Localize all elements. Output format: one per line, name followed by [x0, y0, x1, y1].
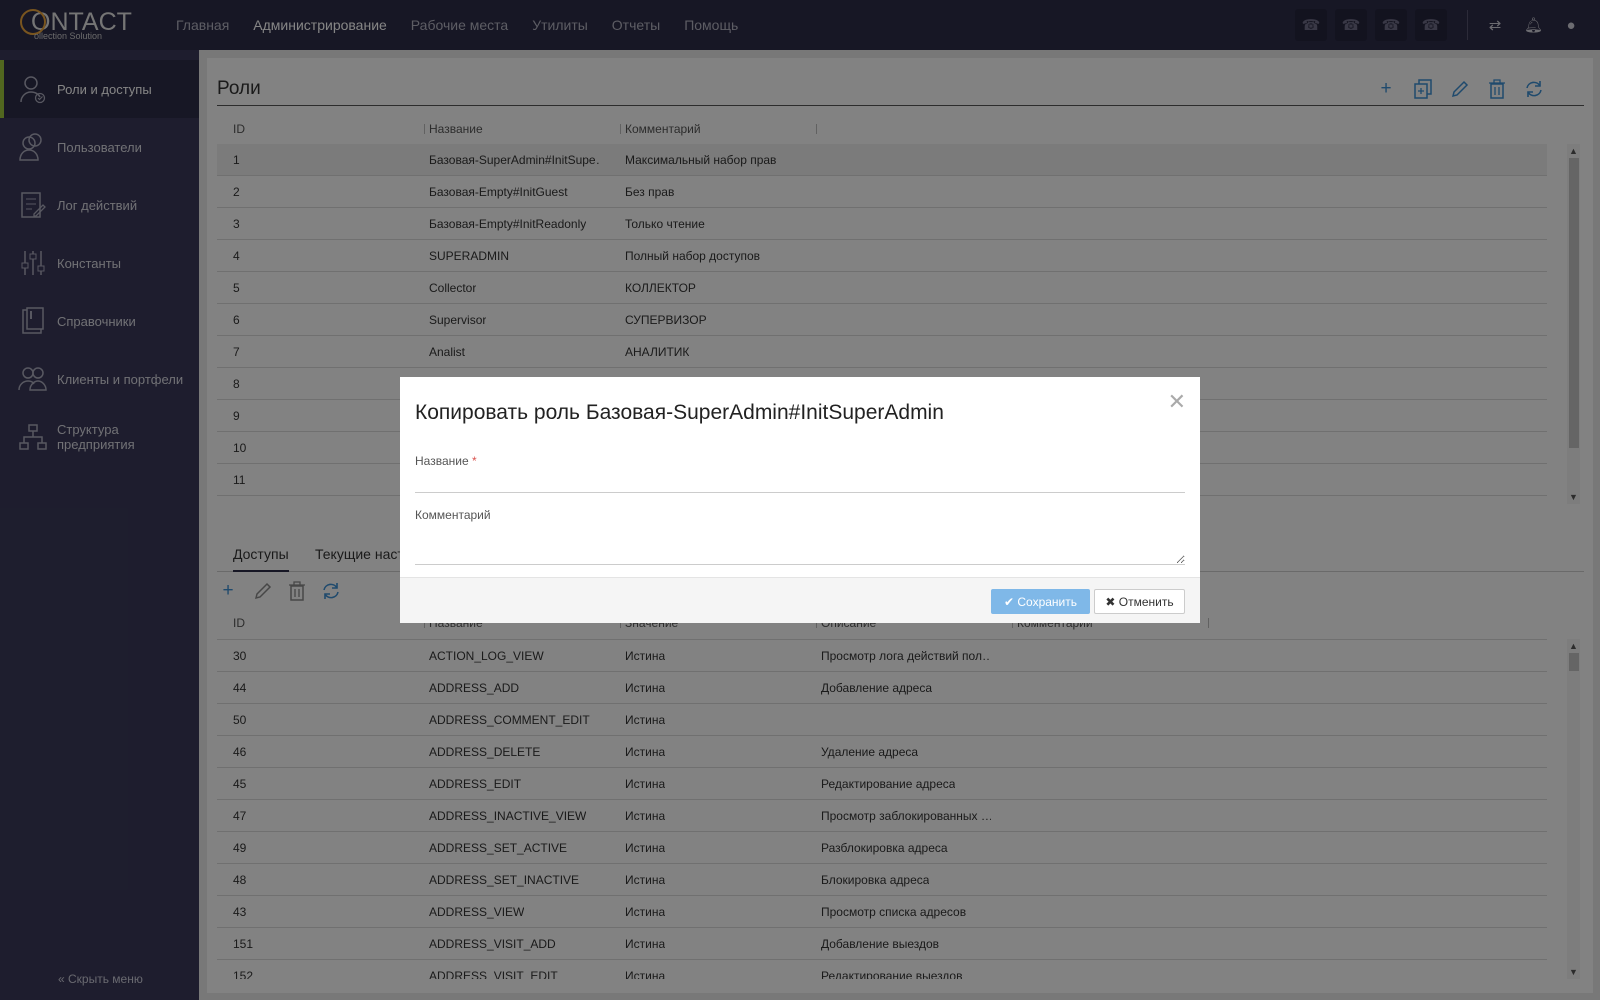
dialog-footer: ✔ Сохранить ✖ Отменить [400, 577, 1200, 623]
name-label-text: Название [415, 454, 469, 468]
save-button[interactable]: ✔ Сохранить [991, 589, 1090, 614]
comment-field-label: Комментарий [415, 508, 491, 522]
required-mark: * [471, 454, 477, 468]
name-field-label: Название * [415, 454, 477, 468]
comment-textarea[interactable] [415, 525, 1185, 565]
name-input[interactable] [415, 469, 1185, 493]
dialog-title: Копировать роль Базовая-SuperAdmin#InitS… [415, 401, 944, 424]
cancel-button[interactable]: ✖ Отменить [1094, 589, 1185, 614]
close-icon[interactable]: ✕ [1168, 389, 1186, 415]
copy-role-dialog: Копировать роль Базовая-SuperAdmin#InitS… [400, 377, 1200, 623]
